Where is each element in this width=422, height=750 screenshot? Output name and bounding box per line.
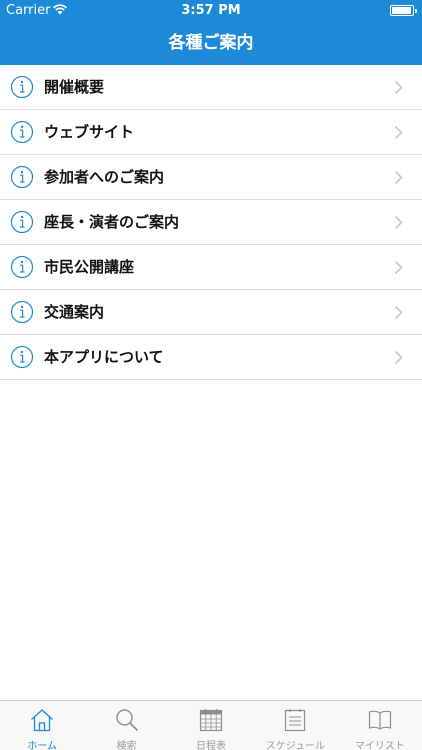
info-icon [10, 345, 34, 369]
chevron-right-icon [394, 305, 403, 320]
list-item-label: 参加者へのご案内 [44, 168, 165, 186]
list-item[interactable]: ウェブサイト [0, 110, 422, 155]
info-list: 開催概要 ウェブサイト 参加者へのご案内 座長・演者のご案内 市民公開講座 交通… [0, 65, 422, 380]
info-icon [10, 300, 34, 324]
chevron-right-icon [394, 125, 403, 140]
info-icon [10, 165, 34, 189]
tab-calendar[interactable]: 日程表 [169, 701, 253, 750]
chevron-right-icon [394, 350, 403, 365]
tab-schedule[interactable]: スケジュール [253, 701, 337, 750]
info-icon [10, 75, 34, 99]
list-item-label: 開催概要 [44, 78, 105, 96]
status-bar: Carrier 3:57 PM [0, 0, 422, 22]
list-item-label: 座長・演者のご案内 [44, 213, 180, 231]
calendar-icon [199, 709, 223, 732]
list-item[interactable]: 交通案内 [0, 290, 422, 335]
schedule-icon [285, 709, 306, 732]
tab-label: スケジュール [265, 741, 326, 750]
tab-home[interactable]: ホーム [0, 701, 84, 750]
clock: 3:57 PM [181, 3, 241, 18]
info-icon [10, 210, 34, 234]
chevron-right-icon [394, 215, 403, 230]
header: Carrier 3:57 PM 各種ご案内 [0, 0, 422, 65]
list-item[interactable]: 開催概要 [0, 65, 422, 110]
list-item-label: 本アプリについて [44, 348, 164, 366]
chevron-right-icon [394, 80, 403, 95]
info-icon [10, 120, 34, 144]
tab-label: 日程表 [195, 741, 226, 750]
tab-search[interactable]: 検索 [84, 701, 168, 750]
list-item-label: ウェブサイト [44, 123, 135, 141]
list-item-label: 交通案内 [44, 303, 105, 321]
list-item[interactable]: 座長・演者のご案内 [0, 200, 422, 245]
home-icon [31, 709, 54, 732]
tab-label: ホーム [27, 741, 58, 750]
list-item-label: 市民公開講座 [44, 258, 135, 276]
tab-mylist[interactable]: マイリスト [338, 701, 422, 750]
book-icon [368, 710, 391, 730]
list-item[interactable]: 市民公開講座 [0, 245, 422, 290]
tab-bar: ホーム 検索 日程表 スケジュール マイリスト [0, 700, 422, 750]
battery-icon [390, 5, 417, 16]
chevron-right-icon [394, 260, 403, 275]
tab-label: マイリスト [354, 741, 405, 750]
tab-label: 検索 [116, 741, 137, 750]
search-icon [115, 709, 138, 732]
chevron-right-icon [394, 170, 403, 185]
page-title: 各種ご案内 [168, 33, 254, 53]
list-item[interactable]: 本アプリについて [0, 335, 422, 380]
list-item[interactable]: 参加者へのご案内 [0, 155, 422, 200]
info-icon [10, 255, 34, 279]
